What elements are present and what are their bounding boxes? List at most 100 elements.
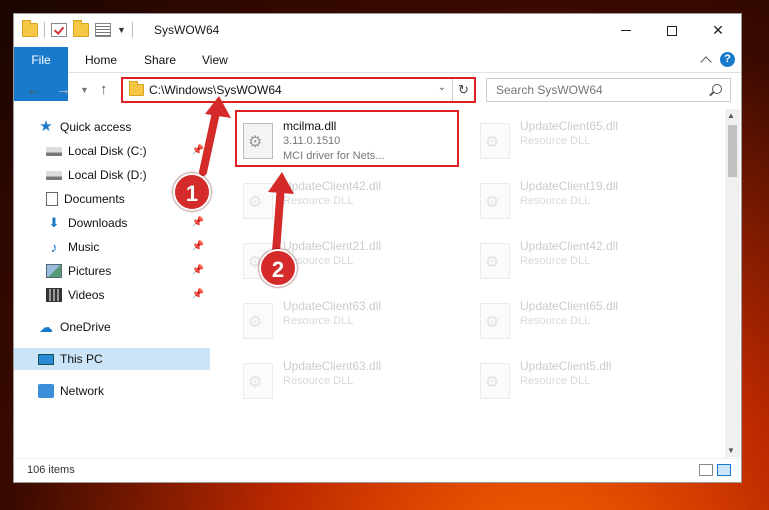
scroll-down-icon[interactable]: ▼ (727, 446, 735, 455)
up-arrow-icon[interactable]: ↑ (100, 81, 108, 98)
pc-icon (38, 353, 54, 365)
back-arrow-icon[interactable]: ← (26, 81, 41, 98)
dll-file-icon (243, 363, 273, 399)
search-input[interactable] (487, 79, 687, 101)
file-description: Resource DLL (520, 255, 591, 267)
file-item[interactable]: UpdateClient5.dll Resource DLL (472, 353, 702, 407)
status-bar: 106 items (14, 458, 741, 482)
forward-arrow-icon[interactable]: → (56, 81, 71, 98)
sidebar-item-label: OneDrive (60, 320, 111, 334)
address-bar[interactable]: C:\Windows\SysWOW64 ⌄ ↻ (121, 77, 476, 103)
tab-home[interactable]: Home (85, 47, 117, 73)
maximize-icon (667, 25, 677, 36)
customize-toolbar-chevron-down-icon[interactable]: ▼ (117, 25, 126, 35)
dll-file-icon (480, 243, 510, 279)
file-item[interactable]: UpdateClient19.dll Resource DLL (472, 173, 702, 227)
file-name: UpdateClient65.dll (520, 119, 619, 133)
properties-check-icon[interactable] (51, 23, 67, 37)
search-icon[interactable] (712, 84, 722, 94)
ribbon-tabs: File Home Share View ? (14, 47, 741, 101)
folder-icon (129, 81, 144, 96)
file-name: UpdateClient63.dll (283, 299, 382, 313)
disk-icon (46, 170, 62, 180)
window-controls: ✕ (603, 14, 741, 47)
file-name: UpdateClient21.dll (283, 239, 382, 253)
star-icon: ★ (39, 118, 53, 135)
sidebar-item-label: Pictures (68, 264, 112, 278)
sidebar-item-this-pc[interactable]: This PC (14, 348, 210, 370)
pin-icon[interactable]: 📌 (192, 241, 204, 252)
refresh-icon[interactable]: ↻ (452, 79, 474, 101)
dll-file-icon (480, 303, 510, 339)
navigation-pane: ★ Quick access Local Disk (C:) 📌 Local D… (14, 114, 210, 454)
search-box[interactable] (486, 78, 731, 102)
file-item[interactable]: UpdateClient42.dll Resource DLL (235, 173, 465, 227)
close-icon: ✕ (712, 22, 724, 38)
ribbon-right-controls: ? (700, 52, 735, 68)
file-description: Resource DLL (283, 375, 354, 387)
dll-file-icon (243, 183, 273, 219)
file-name: UpdateClient42.dll (283, 179, 382, 193)
pin-icon[interactable]: 📌 (192, 265, 204, 276)
disk-icon (46, 146, 62, 156)
sidebar-item-quick-access[interactable]: ★ Quick access (38, 116, 210, 138)
sidebar-item-label: Videos (68, 288, 105, 302)
expand-ribbon-chevron-icon[interactable] (700, 55, 712, 68)
tab-view[interactable]: View (202, 47, 228, 73)
dll-file-icon (480, 363, 510, 399)
sidebar-item-pictures[interactable]: Pictures 📌 (46, 260, 210, 282)
help-icon[interactable]: ? (720, 52, 735, 67)
vertical-scrollbar[interactable]: ▲ ▼ (725, 109, 740, 457)
properties-icon[interactable] (95, 23, 111, 37)
close-button[interactable]: ✕ (695, 14, 741, 47)
sidebar-item-music[interactable]: ♪ Music 📌 (46, 236, 210, 258)
file-item[interactable]: UpdateClient65.dll Resource DLL (472, 113, 702, 167)
address-dropdown-chevron-icon[interactable]: ⌄ (438, 82, 446, 93)
sidebar-item-onedrive[interactable]: ☁ OneDrive (38, 316, 210, 338)
downloads-icon: ⬇ (48, 215, 60, 230)
recent-locations-chevron-icon[interactable]: ▼ (80, 85, 89, 95)
onedrive-icon: ☁ (39, 319, 53, 335)
minimize-button[interactable] (603, 14, 649, 47)
pin-icon[interactable]: 📌 (192, 289, 204, 300)
sidebar-item-network[interactable]: Network (38, 380, 210, 402)
sidebar-item-videos[interactable]: Videos 📌 (46, 284, 210, 306)
sidebar-item-label: Local Disk (D:) (68, 168, 147, 182)
dll-file-icon (480, 183, 510, 219)
separator (44, 22, 45, 38)
sidebar-item-local-disk-c[interactable]: Local Disk (C:) 📌 (46, 140, 210, 162)
sidebar-item-label: This PC (60, 352, 103, 366)
address-path[interactable]: C:\Windows\SysWOW64 (149, 83, 282, 97)
tab-share[interactable]: Share (144, 47, 176, 73)
sidebar-item-label: Local Disk (C:) (68, 144, 147, 158)
separator (131, 22, 133, 38)
pin-icon[interactable]: 📌 (192, 145, 204, 156)
sidebar-item-downloads[interactable]: ⬇ Downloads 📌 (46, 212, 210, 234)
title-bar: ▼ SysWOW64 ✕ (14, 14, 741, 47)
quick-access-toolbar: ▼ (22, 20, 133, 38)
dll-file-icon (480, 123, 510, 159)
file-name: UpdateClient65.dll (520, 299, 619, 313)
large-icons-view-icon[interactable] (717, 464, 731, 476)
videos-icon (46, 288, 62, 302)
file-item[interactable]: UpdateClient42.dll Resource DLL (472, 233, 702, 287)
file-description: Resource DLL (520, 315, 591, 327)
file-description: Resource DLL (283, 315, 354, 327)
sidebar-item-label: Quick access (60, 120, 132, 134)
explorer-window: ▼ SysWOW64 ✕ File Home Share View ? ← → … (13, 13, 742, 483)
pin-icon[interactable]: 📌 (192, 217, 204, 228)
new-folder-icon[interactable] (73, 20, 89, 37)
scroll-thumb[interactable] (728, 125, 737, 177)
file-item[interactable]: UpdateClient63.dll Resource DLL (235, 353, 465, 407)
item-count: 106 items (27, 464, 75, 476)
sidebar-item-label: Downloads (68, 216, 128, 230)
details-view-icon[interactable] (699, 464, 713, 476)
folder-icon (22, 20, 38, 37)
file-description: Resource DLL (520, 375, 591, 387)
sidebar-item-label: Documents (64, 192, 125, 206)
file-item[interactable]: UpdateClient63.dll Resource DLL (235, 293, 465, 347)
file-item[interactable]: UpdateClient65.dll Resource DLL (472, 293, 702, 347)
maximize-button[interactable] (649, 14, 695, 47)
step-2-badge: 2 (259, 249, 297, 287)
scroll-up-icon[interactable]: ▲ (727, 111, 735, 120)
